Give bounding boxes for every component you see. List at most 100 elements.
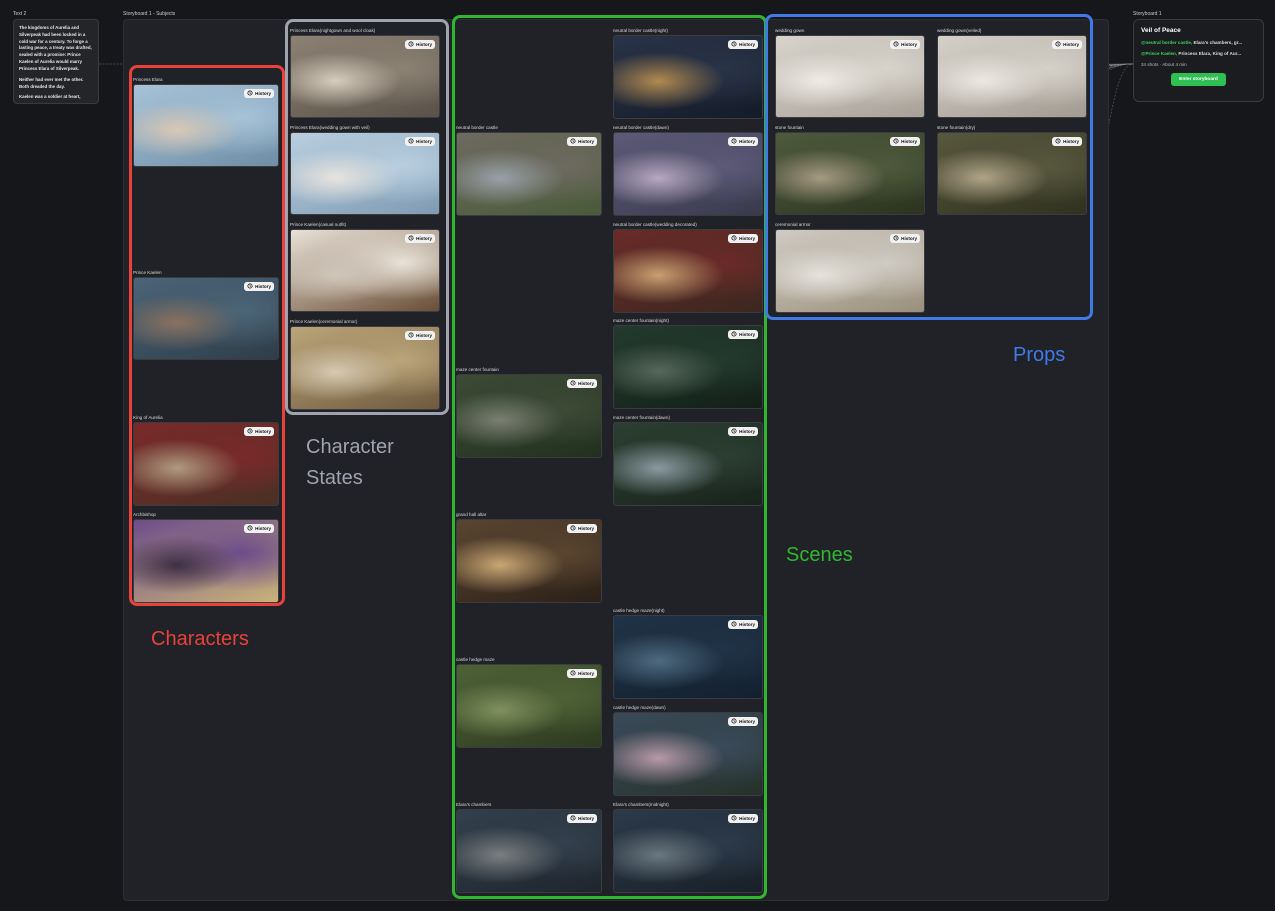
node-label: Prince Kaelen(casual outfit)	[290, 222, 347, 227]
history-icon	[570, 815, 576, 822]
history-button[interactable]: History	[405, 137, 435, 146]
node-label: neutral border castle	[456, 125, 498, 130]
history-button[interactable]: History	[567, 669, 597, 678]
history-button[interactable]: History	[890, 234, 920, 243]
history-button[interactable]: History	[244, 524, 274, 533]
history-icon	[408, 138, 414, 145]
enter-storyboard-button[interactable]: Enter storyboard	[1171, 73, 1226, 86]
scenes-annotation: Scenes	[786, 544, 853, 566]
history-button[interactable]: History	[728, 717, 758, 726]
history-button[interactable]: History	[728, 814, 758, 823]
history-button[interactable]: History	[405, 234, 435, 243]
scene-mention[interactable]: @neutral border castle,	[1141, 40, 1192, 45]
history-button[interactable]: History	[1052, 137, 1082, 146]
history-button[interactable]: History	[728, 40, 758, 49]
history-label: History	[1063, 42, 1079, 47]
subject-image-scenes-right[interactable]: History	[613, 229, 763, 313]
subject-image-props[interactable]: History	[775, 35, 925, 118]
subject-image-character-states[interactable]: History	[290, 229, 440, 312]
history-button[interactable]: History	[244, 89, 274, 98]
subject-image-props[interactable]: History	[937, 132, 1087, 215]
history-button[interactable]: History	[567, 379, 597, 388]
history-icon	[570, 525, 576, 532]
subject-image-characters[interactable]: History	[133, 84, 279, 167]
history-button[interactable]: History	[567, 137, 597, 146]
history-label: History	[255, 526, 271, 531]
history-button[interactable]: History	[567, 524, 597, 533]
node-label: castle hedge maze(dawn)	[613, 705, 666, 710]
subject-image-scenes-left[interactable]: History	[456, 664, 602, 748]
subject-image-scenes-left[interactable]: History	[456, 809, 602, 893]
subject-image-character-states[interactable]: History	[290, 326, 440, 410]
subject-image-scenes-left[interactable]: History	[456, 132, 602, 216]
history-button[interactable]: History	[405, 40, 435, 49]
history-label: History	[739, 816, 755, 821]
node-label: maze center fountain(dawn)	[613, 415, 670, 420]
node-label: neutral border castle(night)	[613, 28, 668, 33]
subject-image-characters[interactable]: History	[133, 422, 279, 506]
node-label: maze center fountain(night)	[613, 318, 669, 323]
history-label: History	[739, 332, 755, 337]
subject-image-scenes-right[interactable]: History	[613, 132, 763, 216]
history-label: History	[416, 42, 432, 47]
subject-image-props[interactable]: History	[937, 35, 1087, 118]
node-label: stone fountain	[775, 125, 804, 130]
subject-image-characters[interactable]: History	[133, 277, 279, 360]
history-icon	[893, 41, 899, 48]
history-button[interactable]: History	[728, 137, 758, 146]
subject-image-props[interactable]: History	[775, 132, 925, 215]
history-label: History	[739, 236, 755, 241]
history-icon	[570, 670, 576, 677]
history-button[interactable]: History	[890, 40, 920, 49]
history-button[interactable]: History	[244, 282, 274, 291]
subject-image-scenes-right[interactable]: History	[613, 35, 763, 119]
history-label: History	[416, 333, 432, 338]
history-button[interactable]: History	[567, 814, 597, 823]
history-label: History	[739, 719, 755, 724]
subject-image-character-states[interactable]: History	[290, 132, 440, 215]
node-label: Princess Elara(wedding gown with veil)	[290, 125, 370, 130]
storyboard-characters-line: @Prince Kaelen, Princess Elara, King of …	[1141, 51, 1256, 56]
subject-image-character-states[interactable]: History	[290, 35, 440, 118]
node-label: maze center fountain	[456, 367, 499, 372]
history-label: History	[578, 816, 594, 821]
history-icon	[247, 428, 253, 435]
characters-annotation: Characters	[151, 628, 249, 650]
history-button[interactable]: History	[890, 137, 920, 146]
history-icon	[408, 41, 414, 48]
history-label: History	[578, 526, 594, 531]
history-icon	[731, 138, 737, 145]
history-button[interactable]: History	[1052, 40, 1082, 49]
node-label: castle hedge maze(night)	[613, 608, 665, 613]
storyboard-card[interactable]: Veil of Peace @neutral border castle, El…	[1133, 19, 1264, 102]
history-icon	[731, 41, 737, 48]
storyboard-scenes-line: @neutral border castle, Elara's chambers…	[1141, 40, 1256, 45]
subject-image-scenes-right[interactable]: History	[613, 712, 763, 796]
subject-image-scenes-right[interactable]: History	[613, 325, 763, 409]
nodes-layer: Princess Elara History Prince Kaelen Histor…	[0, 0, 1275, 911]
subject-image-scenes-right[interactable]: History	[613, 809, 763, 893]
history-label: History	[739, 139, 755, 144]
subject-image-characters[interactable]: History	[133, 519, 279, 603]
history-icon	[408, 235, 414, 242]
node-label: King of Aurelia	[133, 415, 163, 420]
history-icon	[247, 283, 253, 290]
history-button[interactable]: History	[244, 427, 274, 436]
history-icon	[408, 332, 414, 339]
history-button[interactable]: History	[405, 331, 435, 340]
history-button[interactable]: History	[728, 427, 758, 436]
subject-image-scenes-right[interactable]: History	[613, 615, 763, 699]
history-button[interactable]: History	[728, 234, 758, 243]
subject-image-scenes-left[interactable]: History	[456, 374, 602, 458]
history-icon	[570, 380, 576, 387]
history-icon	[247, 525, 253, 532]
subject-image-scenes-left[interactable]: History	[456, 519, 602, 603]
history-button[interactable]: History	[728, 620, 758, 629]
node-label: Prince Kaelen	[133, 270, 162, 275]
subject-image-props[interactable]: History	[775, 229, 925, 313]
storyboard-title: Veil of Peace	[1141, 27, 1181, 34]
subject-image-scenes-right[interactable]: History	[613, 422, 763, 506]
character-mention[interactable]: @Prince Kaelen,	[1141, 51, 1177, 56]
history-button[interactable]: History	[728, 330, 758, 339]
history-label: History	[901, 42, 917, 47]
